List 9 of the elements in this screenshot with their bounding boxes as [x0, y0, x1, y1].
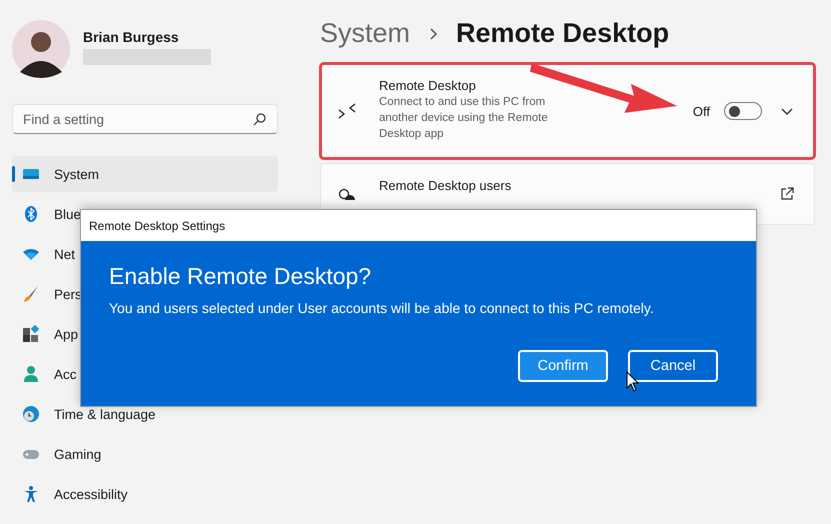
toggle-state-label: Off: [692, 104, 710, 118]
setting-title: Remote Desktop users: [379, 178, 512, 193]
breadcrumb-item: Remote Desktop: [456, 18, 670, 49]
dialog-message: You and users selected under User accounts will be able to connect to this PC remotely.: [109, 300, 655, 316]
setting-title: Remote Desktop: [379, 78, 477, 93]
dialog-title: Remote Desktop Settings: [89, 218, 226, 232]
user-name: Brian Burgess: [83, 29, 180, 45]
setting-description: Connect to and use this PC from another device using the Remote Desktop app: [379, 95, 549, 142]
dialog-heading: Enable Remote Desktop?: [109, 263, 372, 290]
